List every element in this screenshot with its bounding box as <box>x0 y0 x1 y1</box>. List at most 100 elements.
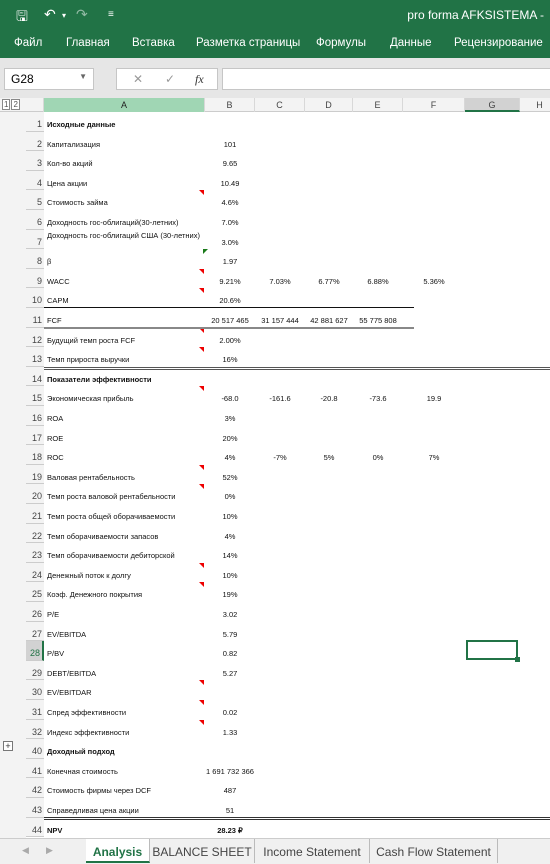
cell-b22[interactable]: 4% <box>205 524 255 544</box>
row-header[interactable]: 9 <box>26 268 44 289</box>
comment-indicator-icon[interactable] <box>199 386 204 392</box>
error-indicator-icon[interactable] <box>203 249 208 255</box>
cell-b44[interactable]: 28.23 ₽ <box>205 818 255 838</box>
cell-a20[interactable]: Темп роста валовой рентабельности <box>47 484 205 504</box>
comment-indicator-icon[interactable] <box>199 288 204 294</box>
cell-b43[interactable]: 51 <box>205 798 255 818</box>
cell-b29[interactable]: 5.27 <box>205 661 255 681</box>
cell-a30[interactable]: EV/EBITDAR <box>47 680 205 700</box>
row-header[interactable]: 22 <box>26 523 44 544</box>
cell-b25[interactable]: 19% <box>205 582 255 602</box>
cell-a26[interactable]: P/E <box>47 602 205 622</box>
row-header[interactable]: 41 <box>26 758 44 779</box>
cell-b42[interactable]: 487 <box>205 778 255 798</box>
cell-a3[interactable]: Кол-во акций <box>47 151 205 171</box>
comment-indicator-icon[interactable] <box>199 719 204 725</box>
cell-e11[interactable]: 55 775 808 <box>353 308 403 328</box>
comment-indicator-icon[interactable] <box>199 562 204 568</box>
cell-a2[interactable]: Капитализация <box>47 132 205 152</box>
cell-a28[interactable]: P/BV <box>47 641 205 661</box>
cell-b26[interactable]: 3.02 <box>205 602 255 622</box>
sheet-tab-cash-flow-statement[interactable]: Cash Flow Statement <box>370 839 498 863</box>
cell-b7[interactable]: 3.0% <box>205 230 255 250</box>
cell-a19[interactable]: Валовая рентабельность <box>47 465 205 485</box>
row-header[interactable]: 2 <box>26 131 44 152</box>
cell-b17[interactable]: 20% <box>205 426 255 446</box>
formula-input[interactable] <box>222 68 550 90</box>
column-header-d[interactable]: D <box>305 98 353 112</box>
cell-a41[interactable]: Конечная стоимость <box>47 759 205 779</box>
name-box[interactable]: G28 ▼ <box>4 68 94 90</box>
cell-c18[interactable]: -7% <box>255 445 305 465</box>
row-header[interactable]: 15 <box>26 386 44 406</box>
cell-b13[interactable]: 16% <box>205 347 255 367</box>
cell-f9[interactable]: 5.36% <box>403 269 465 289</box>
cell-a13[interactable]: Темп прироста выручки <box>47 347 205 367</box>
scroll-tabs-left-icon[interactable]: ◀ <box>22 845 29 856</box>
cell-a10[interactable]: CAPM <box>47 288 205 308</box>
cell-d11[interactable]: 42 881 627 <box>305 308 353 328</box>
cell-b15[interactable]: -68.0 <box>205 386 255 406</box>
row-header[interactable]: 32 <box>26 719 44 740</box>
save-icon[interactable]: 🖫 <box>16 6 28 30</box>
cell-a29[interactable]: DEBT/EBITDA <box>47 661 205 681</box>
cell-a16[interactable]: ROA <box>47 406 205 426</box>
row-header[interactable]: 40 <box>26 739 44 759</box>
comment-indicator-icon[interactable] <box>199 347 204 353</box>
cell-b16[interactable]: 3% <box>205 406 255 426</box>
cell-b28[interactable]: 0.82 <box>205 641 255 661</box>
cell-c11[interactable]: 31 157 444 <box>255 308 305 328</box>
row-header[interactable]: 13 <box>26 347 44 367</box>
chevron-down-icon[interactable]: ▼ <box>79 72 87 81</box>
tab-formulas[interactable]: Формулы <box>316 37 366 49</box>
cell-e18[interactable]: 0% <box>353 445 403 465</box>
row-header[interactable]: 30 <box>26 680 44 700</box>
cell-b6[interactable]: 7.0% <box>205 210 255 230</box>
cell-b10[interactable]: 20.6% <box>205 288 255 308</box>
comment-indicator-icon[interactable] <box>199 680 204 686</box>
comment-indicator-icon[interactable] <box>199 190 204 196</box>
undo-dropdown-icon[interactable]: ▾ <box>62 11 66 20</box>
cell-a12[interactable]: Будущий темп роста FCF <box>47 328 205 348</box>
cell-a27[interactable]: EV/EBITDA <box>47 622 205 642</box>
cell-c15[interactable]: -161.6 <box>255 386 305 406</box>
selected-cell-g28[interactable] <box>466 640 520 662</box>
cell-a15[interactable]: Экономическая прибыль <box>47 386 205 406</box>
insert-function-icon[interactable]: fx <box>195 72 204 87</box>
cell-b32[interactable]: 1.33 <box>205 720 255 740</box>
cell-b23[interactable]: 14% <box>205 543 255 563</box>
outline-level-1[interactable]: 1 <box>2 99 11 110</box>
cell-a4[interactable]: Цена акции <box>47 171 205 191</box>
row-header[interactable]: 6 <box>26 210 44 230</box>
cell-d15[interactable]: -20.8 <box>305 386 353 406</box>
fill-handle[interactable] <box>515 657 520 662</box>
tab-data[interactable]: Данные <box>390 37 432 49</box>
cell-e9[interactable]: 6.88% <box>353 269 403 289</box>
cell-b27[interactable]: 5.79 <box>205 622 255 642</box>
row-header[interactable]: 5 <box>26 190 44 210</box>
sheet-tab-income-statement[interactable]: Income Statement <box>255 839 370 863</box>
scroll-tabs-right-icon[interactable]: ▶ <box>46 845 53 856</box>
cell-a8[interactable]: β <box>47 249 205 269</box>
row-header[interactable]: 14 <box>26 366 44 387</box>
cell-a42[interactable]: Стоимость фирмы через DCF <box>47 778 205 798</box>
outline-level-2[interactable]: 2 <box>11 99 20 110</box>
cell-a9[interactable]: WACC <box>47 269 205 289</box>
cell-b41[interactable]: 1 691 732 366 <box>205 759 255 779</box>
row-header[interactable]: 10 <box>26 288 44 308</box>
cell-b3[interactable]: 9.65 <box>205 151 255 171</box>
row-header[interactable]: 20 <box>26 484 44 504</box>
cell-a18[interactable]: ROC <box>47 445 205 465</box>
row-header[interactable]: 1 <box>26 112 44 132</box>
cell-b2[interactable]: 101 <box>205 132 255 152</box>
row-header[interactable]: 26 <box>26 602 44 622</box>
cell-d18[interactable]: 5% <box>305 445 353 465</box>
row-header[interactable]: 24 <box>26 562 44 583</box>
row-header[interactable]: 8 <box>26 249 44 269</box>
cell-a17[interactable]: ROE <box>47 426 205 446</box>
column-header-e[interactable]: E <box>353 98 403 112</box>
cell-b21[interactable]: 10% <box>205 504 255 524</box>
cancel-icon[interactable]: ✕ <box>133 72 143 86</box>
cell-b31[interactable]: 0.02 <box>205 700 255 720</box>
cell-f15[interactable]: 19.9 <box>403 386 465 406</box>
